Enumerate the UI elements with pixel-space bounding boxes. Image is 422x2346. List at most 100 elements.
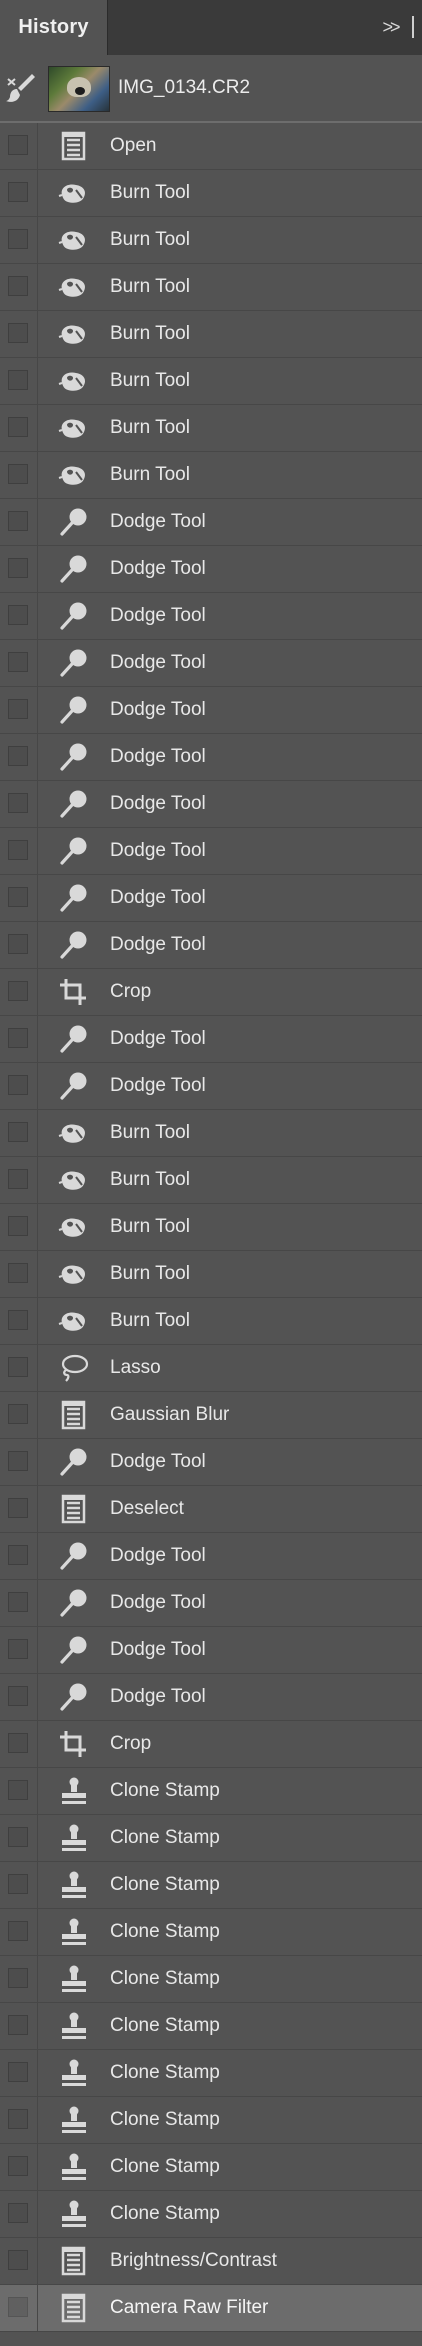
history-state-row[interactable]: Dodge Tool (0, 1063, 422, 1110)
history-state-row[interactable]: Burn Tool (0, 1204, 422, 1251)
history-state-row[interactable]: Dodge Tool (0, 922, 422, 969)
snapshot-source-checkbox[interactable] (8, 1028, 28, 1048)
history-state-row[interactable]: Clone Stamp (0, 1768, 422, 1815)
history-state-row[interactable]: Burn Tool (0, 264, 422, 311)
snapshot-source-checkbox[interactable] (8, 1733, 28, 1753)
history-state-row[interactable]: Burn Tool (0, 452, 422, 499)
history-state-row[interactable]: Dodge Tool (0, 640, 422, 687)
history-state-row[interactable]: Burn Tool (0, 311, 422, 358)
snapshot-source-checkbox[interactable] (8, 2203, 28, 2223)
history-state-row[interactable]: Burn Tool (0, 1298, 422, 1345)
history-state-row[interactable]: Dodge Tool (0, 734, 422, 781)
snapshot-source-checkbox[interactable] (8, 1686, 28, 1706)
snapshot-source-checkbox[interactable] (8, 1122, 28, 1142)
history-state-row[interactable]: Clone Stamp (0, 1862, 422, 1909)
snapshot-source-checkbox[interactable] (8, 1310, 28, 1330)
history-state-row[interactable]: Clone Stamp (0, 2003, 422, 2050)
history-state-row[interactable]: Camera Raw Filter (0, 2285, 422, 2332)
snapshot-source-checkbox[interactable] (8, 229, 28, 249)
history-state-label: Burn Tool (110, 229, 190, 250)
history-state-row[interactable]: Dodge Tool (0, 1674, 422, 1721)
history-state-row[interactable]: Clone Stamp (0, 1956, 422, 2003)
snapshot-source-checkbox[interactable] (8, 652, 28, 672)
snapshot-source-checkbox[interactable] (8, 2015, 28, 2035)
snapshot-source-checkbox[interactable] (8, 746, 28, 766)
history-state-row[interactable]: Dodge Tool (0, 1016, 422, 1063)
collapse-panels-button[interactable]: >> (378, 16, 402, 38)
snapshot-source-checkbox[interactable] (8, 1169, 28, 1189)
history-state-row[interactable]: Clone Stamp (0, 1909, 422, 1956)
history-state-row[interactable]: Burn Tool (0, 358, 422, 405)
snapshot-source-checkbox[interactable] (8, 276, 28, 296)
history-state-row[interactable]: Crop (0, 969, 422, 1016)
panel-menu-icon[interactable] (412, 16, 414, 38)
history-state-row[interactable]: Dodge Tool (0, 875, 422, 922)
history-brush-source-icon[interactable] (6, 71, 36, 105)
snapshot-source-checkbox[interactable] (8, 1921, 28, 1941)
history-state-row[interactable]: Burn Tool (0, 217, 422, 264)
snapshot-source-checkbox[interactable] (8, 1780, 28, 1800)
snapshot-source-checkbox[interactable] (8, 1357, 28, 1377)
snapshot-source-checkbox[interactable] (8, 182, 28, 202)
snapshot-source-checkbox[interactable] (8, 417, 28, 437)
snapshot-source-checkbox[interactable] (8, 1639, 28, 1659)
snapshot-source-checkbox[interactable] (8, 511, 28, 531)
history-state-row[interactable]: Burn Tool (0, 1251, 422, 1298)
snapshot-source-checkbox[interactable] (8, 605, 28, 625)
snapshot-source-checkbox[interactable] (8, 464, 28, 484)
history-state-row[interactable]: Deselect (0, 1486, 422, 1533)
history-state-row[interactable]: Dodge Tool (0, 828, 422, 875)
history-state-row[interactable]: Dodge Tool (0, 781, 422, 828)
history-state-row[interactable]: Dodge Tool (0, 1580, 422, 1627)
history-state-row[interactable]: Clone Stamp (0, 2050, 422, 2097)
snapshot-source-checkbox[interactable] (8, 1075, 28, 1095)
snapshot-source-checkbox[interactable] (8, 1592, 28, 1612)
snapshot-source-checkbox[interactable] (8, 2250, 28, 2270)
snapshot-source-checkbox[interactable] (8, 2062, 28, 2082)
snapshot-source-checkbox[interactable] (8, 840, 28, 860)
snapshot-source-checkbox[interactable] (8, 793, 28, 813)
history-state-row[interactable]: Clone Stamp (0, 2144, 422, 2191)
history-state-row[interactable]: Dodge Tool (0, 499, 422, 546)
history-state-row[interactable]: Burn Tool (0, 405, 422, 452)
snapshot-source-checkbox[interactable] (8, 2109, 28, 2129)
history-state-row[interactable]: Burn Tool (0, 1110, 422, 1157)
history-state-row[interactable]: Dodge Tool (0, 546, 422, 593)
history-state-row[interactable]: Dodge Tool (0, 1533, 422, 1580)
history-state-row[interactable]: Gaussian Blur (0, 1392, 422, 1439)
snapshot-source-checkbox[interactable] (8, 2297, 28, 2317)
history-state-row[interactable]: Brightness/Contrast (0, 2238, 422, 2285)
tab-history[interactable]: History (0, 0, 108, 55)
snapshot-source-checkbox[interactable] (8, 1968, 28, 1988)
snapshot-source-checkbox[interactable] (8, 323, 28, 343)
snapshot-source-checkbox[interactable] (8, 1451, 28, 1471)
snapshot-source-checkbox[interactable] (8, 934, 28, 954)
snapshot-source-checkbox[interactable] (8, 887, 28, 907)
snapshot-source-checkbox[interactable] (8, 135, 28, 155)
history-state-row[interactable]: Open (0, 123, 422, 170)
history-state-row[interactable]: Dodge Tool (0, 1439, 422, 1486)
history-state-row[interactable]: Clone Stamp (0, 2097, 422, 2144)
history-state-row[interactable]: Crop (0, 1721, 422, 1768)
history-state-row[interactable]: Dodge Tool (0, 1627, 422, 1674)
snapshot-source-checkbox[interactable] (8, 1545, 28, 1565)
snapshot-source-checkbox[interactable] (8, 1404, 28, 1424)
history-state-row[interactable]: Burn Tool (0, 1157, 422, 1204)
snapshot-source-checkbox[interactable] (8, 558, 28, 578)
history-state-row[interactable]: Dodge Tool (0, 593, 422, 640)
snapshot-source-checkbox[interactable] (8, 1827, 28, 1847)
snapshot-source-checkbox[interactable] (8, 2156, 28, 2176)
history-state-row[interactable]: Clone Stamp (0, 2191, 422, 2238)
snapshot-source-checkbox[interactable] (8, 1498, 28, 1518)
snapshot-source-checkbox[interactable] (8, 1263, 28, 1283)
snapshot-row[interactable]: IMG_0134.CR2 (0, 55, 422, 123)
history-state-row[interactable]: Dodge Tool (0, 687, 422, 734)
snapshot-source-checkbox[interactable] (8, 1874, 28, 1894)
history-state-row[interactable]: Lasso (0, 1345, 422, 1392)
snapshot-source-checkbox[interactable] (8, 1216, 28, 1236)
snapshot-source-checkbox[interactable] (8, 370, 28, 390)
history-state-row[interactable]: Burn Tool (0, 170, 422, 217)
snapshot-source-checkbox[interactable] (8, 699, 28, 719)
history-state-row[interactable]: Clone Stamp (0, 1815, 422, 1862)
snapshot-source-checkbox[interactable] (8, 981, 28, 1001)
